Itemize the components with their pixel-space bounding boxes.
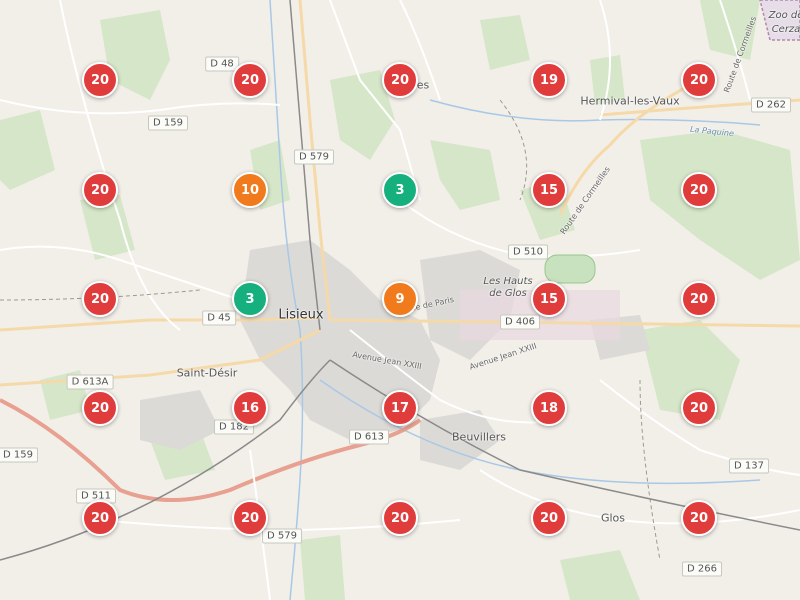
cluster-marker[interactable]: 20 <box>82 62 118 98</box>
cluster-count: 20 <box>90 291 110 307</box>
cluster-marker[interactable]: 19 <box>531 62 567 98</box>
cluster-count: 20 <box>539 510 559 526</box>
place-label-zoo-line2: Cerza <box>771 24 800 35</box>
road-label-d579b: D 579 <box>262 528 302 544</box>
place-label-hermival: Hermival-les-Vaux <box>580 94 680 108</box>
cluster-count: 20 <box>390 510 410 526</box>
road-label-d266: D 266 <box>682 561 722 577</box>
road-label-d262: D 262 <box>751 97 791 113</box>
cluster-marker[interactable]: 15 <box>531 172 567 208</box>
cluster-marker[interactable]: 3 <box>232 281 268 317</box>
cluster-count: 20 <box>90 400 110 416</box>
cluster-count: 19 <box>539 72 559 88</box>
cluster-count: 15 <box>539 291 559 307</box>
cluster-count: 20 <box>390 72 410 88</box>
cluster-marker[interactable]: 20 <box>82 500 118 536</box>
cluster-count: 20 <box>240 72 260 88</box>
cluster-marker[interactable]: 20 <box>232 500 268 536</box>
cluster-marker[interactable]: 20 <box>82 172 118 208</box>
cluster-marker[interactable]: 20 <box>681 500 717 536</box>
place-label-glos: Glos <box>600 511 626 525</box>
place-label-hauts-de-glos: Les Hauts de Glos <box>483 276 533 299</box>
cluster-count: 20 <box>689 291 709 307</box>
road-label-d613: D 613 <box>349 429 389 445</box>
road-label-d579: D 579 <box>294 149 334 165</box>
map-view[interactable]: D 48 D 159 D 579 D 262 D 510 D 45 D 406 … <box>0 0 800 600</box>
place-label-lisieux: Lisieux <box>278 307 324 323</box>
cluster-marker[interactable]: 20 <box>531 500 567 536</box>
cluster-marker[interactable]: 20 <box>382 500 418 536</box>
cluster-marker[interactable]: 15 <box>531 281 567 317</box>
cluster-marker[interactable]: 17 <box>382 390 418 426</box>
cluster-marker[interactable]: 16 <box>232 390 268 426</box>
road-label-d45: D 45 <box>202 310 236 326</box>
cluster-count: 10 <box>240 182 260 198</box>
cluster-count: 18 <box>539 400 559 416</box>
cluster-marker[interactable]: 9 <box>382 281 418 317</box>
road-label-d406: D 406 <box>500 314 540 330</box>
road-label-d48: D 48 <box>205 56 239 72</box>
cluster-marker[interactable]: 20 <box>681 281 717 317</box>
cluster-count: 20 <box>90 182 110 198</box>
cluster-count: 3 <box>395 182 405 198</box>
cluster-marker[interactable]: 20 <box>82 390 118 426</box>
cluster-count: 16 <box>240 400 260 416</box>
cluster-count: 20 <box>240 510 260 526</box>
cluster-marker[interactable]: 20 <box>82 281 118 317</box>
cluster-count: 20 <box>90 72 110 88</box>
cluster-count: 20 <box>689 510 709 526</box>
place-label-fragment: es <box>416 78 430 92</box>
road-label-d510: D 510 <box>508 244 548 260</box>
place-label-saint-desir: Saint-Désir <box>176 366 238 380</box>
cluster-marker[interactable]: 20 <box>382 62 418 98</box>
cluster-count: 15 <box>539 182 559 198</box>
cluster-count: 17 <box>390 400 410 416</box>
cluster-marker[interactable]: 20 <box>681 172 717 208</box>
road-label-d137: D 137 <box>729 458 769 474</box>
cluster-marker[interactable]: 10 <box>232 172 268 208</box>
cluster-count: 3 <box>245 291 255 307</box>
cluster-marker[interactable]: 20 <box>681 62 717 98</box>
place-label-zoo-line1: Zoo de <box>768 10 800 21</box>
cluster-marker[interactable]: 20 <box>232 62 268 98</box>
cluster-count: 20 <box>689 182 709 198</box>
cluster-count: 9 <box>395 291 405 307</box>
cluster-marker[interactable]: 3 <box>382 172 418 208</box>
cluster-marker[interactable]: 20 <box>681 390 717 426</box>
cluster-count: 20 <box>689 72 709 88</box>
cluster-count: 20 <box>90 510 110 526</box>
road-label-d159b: D 159 <box>0 447 38 463</box>
cluster-count: 20 <box>689 400 709 416</box>
road-label-d613a: D 613A <box>66 374 114 390</box>
cluster-marker[interactable]: 18 <box>531 390 567 426</box>
road-label-d159: D 159 <box>148 115 188 131</box>
place-label-beuvillers: Beuvillers <box>452 430 506 444</box>
